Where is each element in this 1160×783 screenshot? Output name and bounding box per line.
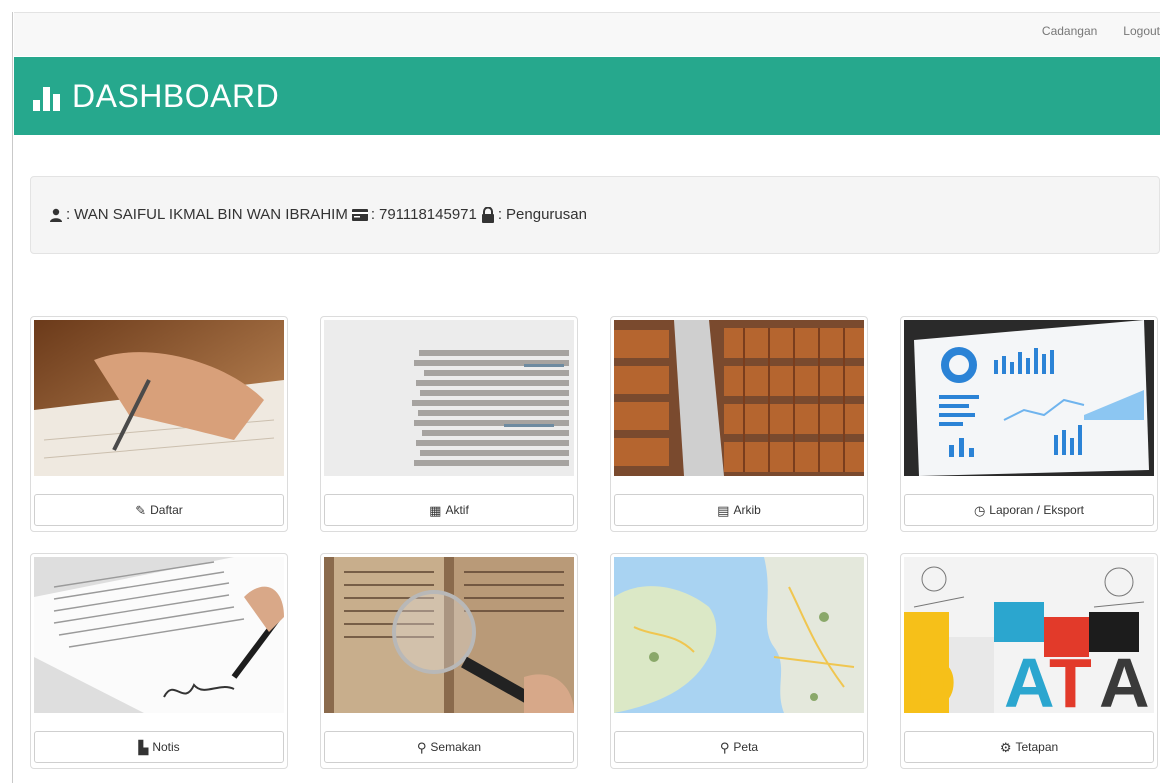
clock-icon: ◷ — [973, 502, 986, 518]
menu-card-arkib: ▤ Arkib — [610, 316, 868, 532]
search-icon: ⚲ — [416, 739, 427, 755]
user-icon — [50, 208, 62, 222]
ic-number: 791118145971 — [378, 206, 477, 223]
aktif-button[interactable]: ▦ Aktif — [324, 494, 574, 526]
menu-card-notis: ▙ Notis — [30, 553, 288, 769]
page-title-text: DASHBOARD — [72, 78, 280, 114]
archive-icon: ▤ — [717, 502, 730, 518]
tetapan-image[interactable]: A T A D — [904, 557, 1154, 713]
role-prefix: : — [497, 206, 503, 223]
top-navbar: Cadangan Logout — [14, 12, 1160, 56]
aktif-label: Aktif — [445, 503, 469, 517]
logout-link[interactable]: Logout — [1123, 24, 1160, 38]
menu-card-aktif: ▦ Aktif — [320, 316, 578, 532]
semakan-image[interactable] — [324, 557, 574, 713]
arkib-label: Arkib — [733, 503, 761, 517]
user-name: WAN SAIFUL IKMAL BIN WAN IBRAHIM — [74, 206, 348, 223]
peta-button[interactable]: ⚲ Peta — [614, 731, 864, 763]
id-card-icon — [351, 208, 368, 221]
svg-text:A: A — [1004, 644, 1055, 713]
laporan-button[interactable]: ◷ Laporan / Eksport — [904, 494, 1154, 526]
ic-number-prefix: : — [370, 206, 375, 223]
svg-text:T: T — [1049, 644, 1092, 713]
top-nav-links: Cadangan Logout — [1042, 24, 1160, 38]
tetapan-label: Tetapan — [1015, 740, 1059, 754]
arkib-button[interactable]: ▤ Arkib — [614, 494, 864, 526]
laporan-image[interactable] — [904, 320, 1154, 476]
menu-card-semakan: ⚲ Semakan — [320, 553, 578, 769]
menu-card-laporan: ◷ Laporan / Eksport — [900, 316, 1158, 532]
bar-chart-icon — [33, 86, 60, 111]
page-left-border — [12, 12, 13, 783]
page-header: DASHBOARD — [14, 57, 1160, 135]
svg-text:D: D — [906, 644, 957, 713]
user-role: Pengurusan — [506, 206, 587, 223]
menu-card-peta: ⚲ Peta — [610, 553, 868, 769]
file-icon: ▙ — [138, 739, 149, 755]
semakan-button[interactable]: ⚲ Semakan — [324, 731, 574, 763]
tetapan-button[interactable]: ⚙ Tetapan — [904, 731, 1154, 763]
notis-button[interactable]: ▙ Notis — [34, 731, 284, 763]
notis-image[interactable] — [34, 557, 284, 713]
menu-card-tetapan: A T A D ⚙ Tetapan — [900, 553, 1158, 769]
aktif-image[interactable] — [324, 320, 574, 476]
peta-label: Peta — [733, 740, 759, 754]
map-marker-icon: ⚲ — [719, 739, 730, 755]
gear-icon: ⚙ — [999, 739, 1012, 755]
peta-image[interactable] — [614, 557, 864, 713]
page-title: DASHBOARD — [32, 78, 279, 115]
user-info-panel: : WAN SAIFUL IKMAL BIN WAN IBRAHIM : 791… — [30, 176, 1160, 254]
daftar-image[interactable] — [34, 320, 284, 476]
grid-icon: ▦ — [429, 502, 442, 518]
laporan-label: Laporan / Eksport — [989, 503, 1085, 517]
notis-label: Notis — [152, 740, 180, 754]
user-name-prefix: : — [66, 206, 71, 223]
menu-card-daftar: ✎ Daftar — [30, 316, 288, 532]
arkib-image[interactable] — [614, 320, 864, 476]
edit-icon: ✎ — [135, 502, 147, 518]
user-info-row: : WAN SAIFUL IKMAL BIN WAN IBRAHIM : 791… — [49, 206, 587, 223]
semakan-label: Semakan — [430, 740, 482, 754]
svg-text:A: A — [1099, 644, 1150, 713]
daftar-label: Daftar — [150, 503, 183, 517]
cadangan-link[interactable]: Cadangan — [1042, 24, 1097, 38]
lock-icon — [481, 206, 494, 223]
daftar-button[interactable]: ✎ Daftar — [34, 494, 284, 526]
